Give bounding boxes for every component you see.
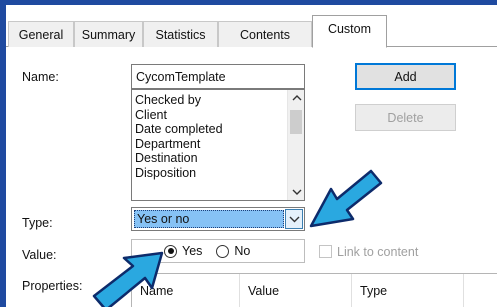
add-button[interactable]: Add [355, 63, 456, 90]
link-to-content-label: Link to content [337, 245, 419, 259]
name-listbox[interactable]: Checked by Client Date completed Departm… [131, 89, 305, 201]
listbox-scrollbar[interactable] [287, 90, 304, 200]
scroll-down-icon[interactable] [288, 184, 304, 200]
column-header-type[interactable]: Type [352, 274, 464, 307]
type-dropdown[interactable]: Yes or no [131, 207, 305, 231]
delete-button[interactable]: Delete [355, 104, 456, 131]
column-type-label: Type [360, 284, 388, 298]
tab-statistics-label: Statistics [155, 27, 206, 42]
column-header-value[interactable]: Value [240, 274, 352, 307]
tab-general-label: General [18, 27, 64, 42]
yes-radio-label: Yes [182, 244, 203, 258]
properties-label: Properties: [22, 279, 83, 293]
callout-arrow-icon [309, 169, 383, 228]
list-item[interactable]: Client [132, 108, 304, 123]
no-radio-label: No [234, 244, 251, 258]
scroll-thumb[interactable] [290, 110, 302, 134]
properties-table-header: Name Value Type [131, 273, 497, 307]
list-item[interactable]: Date completed [132, 122, 304, 137]
yes-radio[interactable]: Yes [164, 244, 202, 258]
tab-summary-label: Summary [81, 27, 136, 42]
tab-general[interactable]: General [8, 21, 74, 47]
name-input[interactable]: CycomTemplate [131, 64, 305, 89]
tab-summary[interactable]: Summary [74, 21, 143, 47]
chevron-down-icon[interactable] [285, 209, 303, 229]
type-label: Type: [22, 216, 53, 230]
document-properties-dialog: General Summary Statistics Contents Cust… [6, 5, 497, 307]
tab-contents-label: Contents [239, 27, 291, 42]
list-item[interactable]: Destination [132, 151, 304, 166]
name-label: Name: [22, 70, 59, 84]
type-dropdown-value: Yes or no [134, 210, 284, 228]
tab-strip: General Summary Statistics Contents Cust… [6, 13, 497, 48]
scroll-up-icon[interactable] [288, 90, 304, 106]
tab-contents[interactable]: Contents [218, 21, 312, 47]
value-label: Value: [22, 248, 57, 262]
name-input-value: CycomTemplate [136, 69, 226, 84]
add-button-label: Add [394, 69, 417, 84]
delete-button-label: Delete [387, 110, 424, 125]
tab-statistics[interactable]: Statistics [143, 21, 218, 47]
link-to-content-checkbox[interactable] [319, 245, 332, 258]
column-value-label: Value [248, 284, 280, 298]
list-item[interactable]: Department [132, 137, 304, 152]
no-radio[interactable]: No [216, 244, 250, 258]
tab-custom-label: Custom [327, 22, 372, 36]
radio-unchecked-icon[interactable] [216, 244, 230, 258]
tab-custom[interactable]: Custom [312, 15, 387, 48]
list-item[interactable]: Disposition [132, 166, 304, 181]
list-item[interactable]: Checked by [132, 93, 304, 108]
callout-arrow-icon [92, 251, 164, 307]
